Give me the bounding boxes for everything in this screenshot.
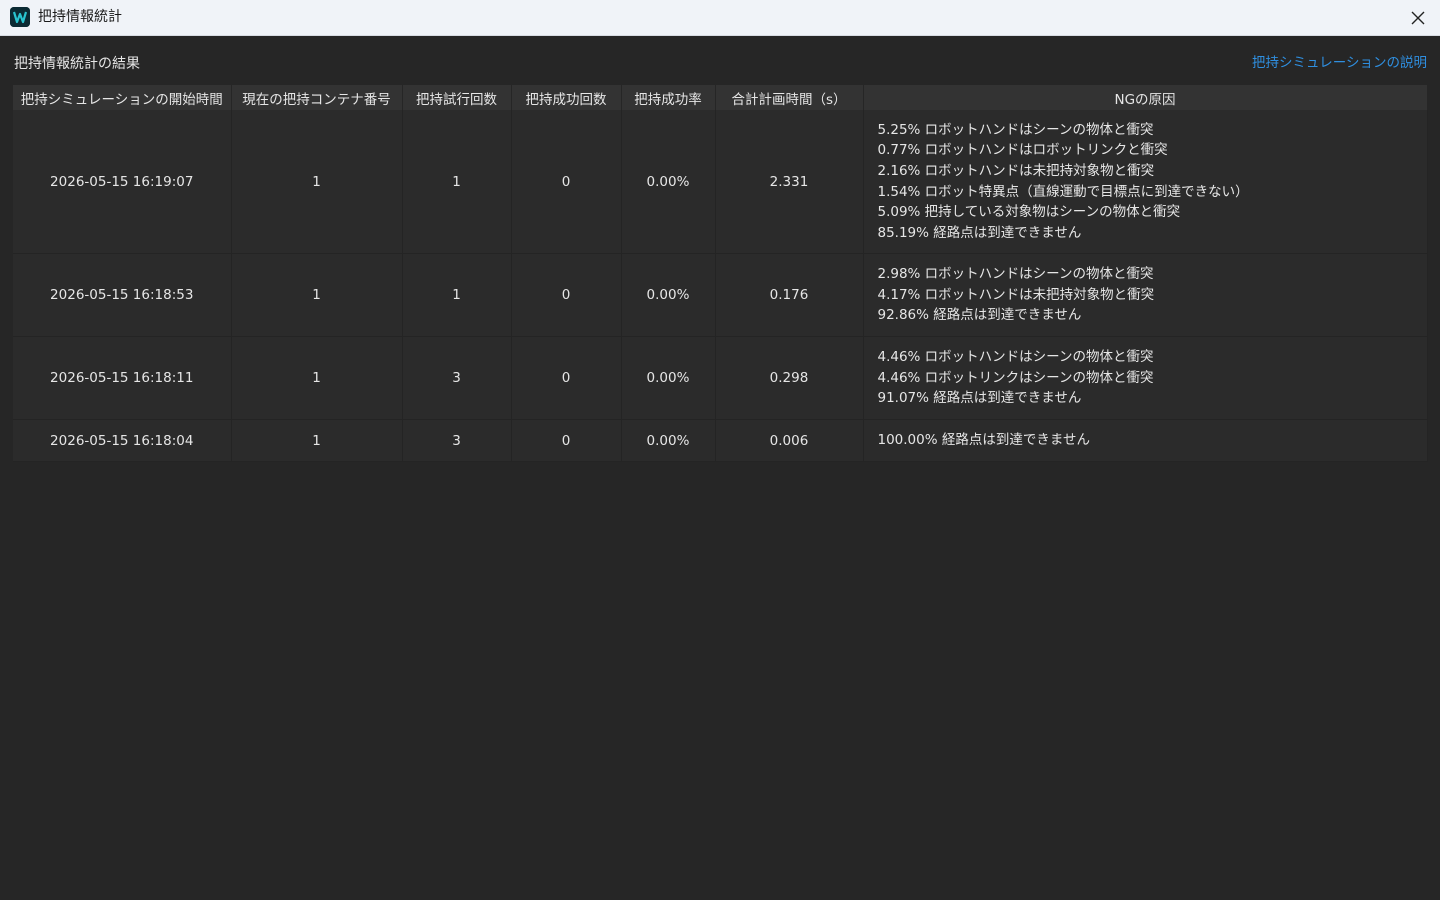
start-time-cell: 2026-05-15 16:18:11 (13, 336, 232, 420)
plan-time-cell: 0.176 (715, 253, 864, 337)
column-header-success-rate[interactable]: 把持成功率 (621, 85, 716, 110)
container-no-cell: 1 (231, 419, 403, 462)
ng-reason-line: 2.16% ロボットハンドは未把持対象物と衝突 (877, 162, 1155, 179)
attempts-cell: 1 (402, 253, 512, 337)
result-title: 把持情報統計の結果 (14, 56, 140, 72)
container-no-cell: 1 (231, 253, 403, 337)
success-rate-cell: 0.00% (621, 110, 716, 254)
table-row[interactable]: 2026-05-15 16:18:11 1 3 0 0.00% 0.298 4.… (13, 336, 1428, 420)
successes-cell: 0 (511, 110, 622, 254)
column-header-successes[interactable]: 把持成功回数 (511, 85, 622, 110)
ng-reason-line: 0.77% ロボットハンドはロボットリンクと衝突 (877, 142, 1168, 159)
successes-cell: 0 (511, 253, 622, 337)
ng-reason-cell: 5.25% ロボットハンドはシーンの物体と衝突 0.77% ロボットハンドはロボ… (863, 110, 1428, 254)
close-icon (1411, 11, 1425, 25)
column-header-plan-time[interactable]: 合計計画時間（s） (715, 85, 864, 110)
title-bar: 把持情報統計 (0, 0, 1440, 36)
attempts-cell: 3 (402, 419, 512, 462)
column-header-container-no[interactable]: 現在の把持コンテナ番号 (231, 85, 403, 110)
ng-reason-line: 4.46% ロボットハンドはシーンの物体と衝突 (877, 349, 1154, 366)
ng-reason-line: 2.98% ロボットハンドはシーンの物体と衝突 (877, 266, 1154, 283)
column-header-attempts[interactable]: 把持試行回数 (402, 85, 512, 110)
ng-reason-cell: 100.00% 経路点は到達できません (863, 419, 1428, 462)
table-row[interactable]: 2026-05-15 16:18:53 1 1 0 0.00% 0.176 2.… (13, 253, 1428, 337)
plan-time-cell: 0.298 (715, 336, 864, 420)
ng-reason-line: 1.54% ロボット特異点（直線運動で目標点に到達できない） (877, 183, 1249, 200)
close-button[interactable] (1404, 4, 1432, 32)
success-rate-cell: 0.00% (621, 253, 716, 337)
ng-reason-line: 100.00% 経路点は到達できません (877, 432, 1090, 449)
success-rate-cell: 0.00% (621, 336, 716, 420)
content-area: 把持情報統計の結果 把持シミュレーションの説明 把持シミュレーションの開始時間 … (0, 36, 1440, 900)
ng-reason-line: 85.19% 経路点は到達できません (877, 224, 1082, 241)
success-rate-cell: 0.00% (621, 419, 716, 462)
window-title: 把持情報統計 (38, 9, 122, 25)
table-header-row: 把持シミュレーションの開始時間 現在の把持コンテナ番号 把持試行回数 把持成功回… (13, 85, 1428, 110)
ng-reason-line: 4.46% ロボットリンクはシーンの物体と衝突 (877, 369, 1154, 386)
successes-cell: 0 (511, 419, 622, 462)
ng-reason-line: 92.86% 経路点は到達できません (877, 307, 1082, 324)
container-no-cell: 1 (231, 110, 403, 254)
simulation-help-link[interactable]: 把持シミュレーションの説明 (1252, 53, 1427, 73)
plan-time-cell: 2.331 (715, 110, 864, 254)
successes-cell: 0 (511, 336, 622, 420)
plan-time-cell: 0.006 (715, 419, 864, 462)
table-row[interactable]: 2026-05-15 16:18:04 1 3 0 0.00% 0.006 10… (13, 419, 1428, 462)
table-row[interactable]: 2026-05-15 16:19:07 1 1 0 0.00% 2.331 5.… (13, 110, 1428, 254)
start-time-cell: 2026-05-15 16:18:53 (13, 253, 232, 337)
ng-reason-line: 91.07% 経路点は到達できません (877, 390, 1082, 407)
statistics-table: 把持シミュレーションの開始時間 現在の把持コンテナ番号 把持試行回数 把持成功回… (13, 85, 1428, 462)
attempts-cell: 3 (402, 336, 512, 420)
attempts-cell: 1 (402, 110, 512, 254)
ng-reason-line: 5.25% ロボットハンドはシーンの物体と衝突 (877, 121, 1154, 138)
app-logo-icon (10, 7, 30, 27)
start-time-cell: 2026-05-15 16:19:07 (13, 110, 232, 254)
ng-reason-cell: 4.46% ロボットハンドはシーンの物体と衝突 4.46% ロボットリンクはシー… (863, 336, 1428, 420)
statistics-window: 把持情報統計 把持情報統計の結果 把持シミュレーションの説明 把持シミュレーショ… (0, 0, 1440, 900)
ng-reason-line: 5.09% 把持している対象物はシーンの物体と衝突 (877, 204, 1181, 221)
column-header-ng-reason[interactable]: NGの原因 (863, 85, 1428, 110)
statistics-table-container: 把持シミュレーションの開始時間 現在の把持コンテナ番号 把持試行回数 把持成功回… (13, 85, 1428, 900)
column-header-start-time[interactable]: 把持シミュレーションの開始時間 (13, 85, 232, 110)
container-no-cell: 1 (231, 336, 403, 420)
start-time-cell: 2026-05-15 16:18:04 (13, 419, 232, 462)
ng-reason-line: 4.17% ロボットハンドは未把持対象物と衝突 (877, 286, 1155, 303)
ng-reason-cell: 2.98% ロボットハンドはシーンの物体と衝突 4.17% ロボットハンドは未把… (863, 253, 1428, 337)
